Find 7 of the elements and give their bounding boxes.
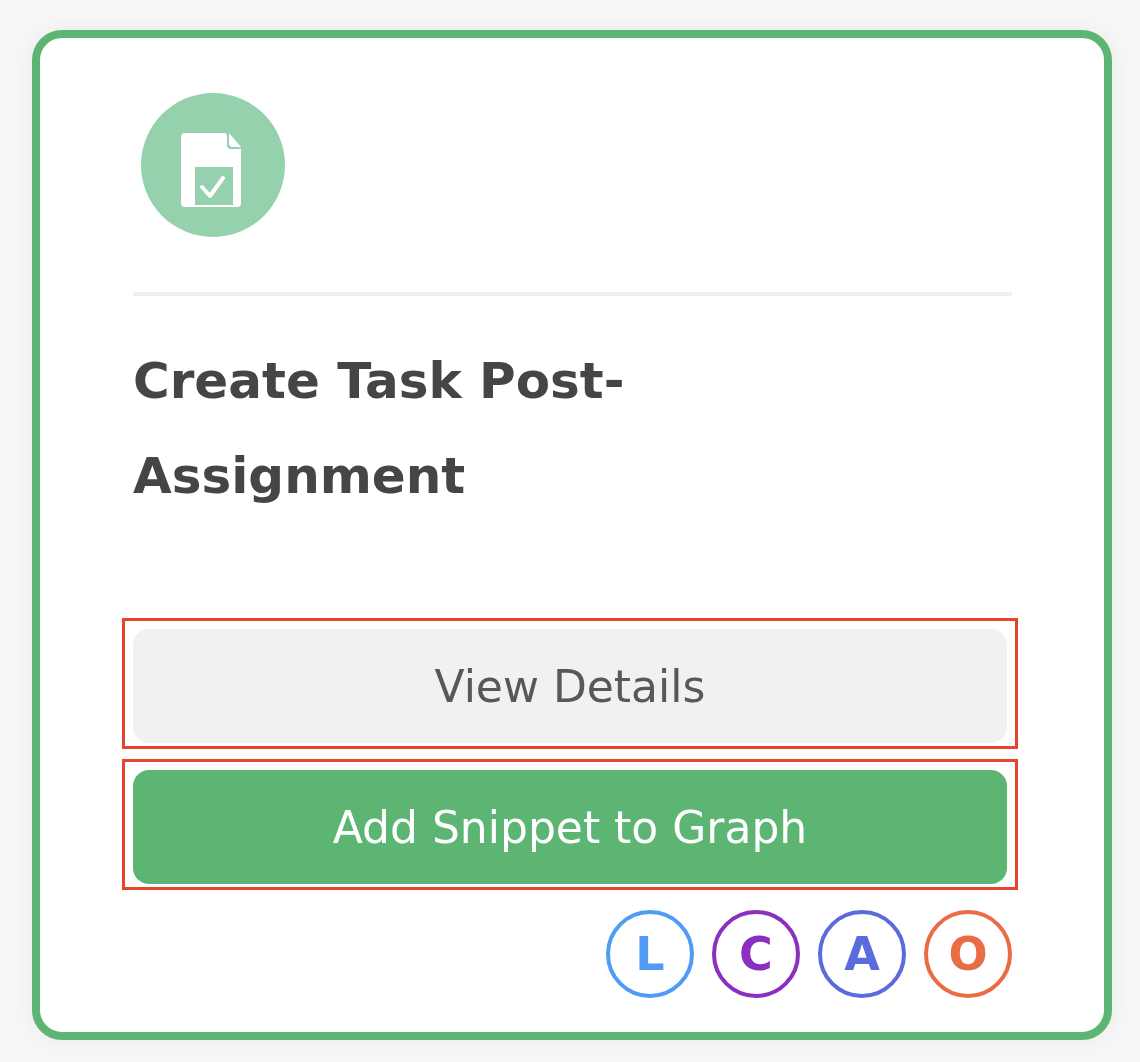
letter-badge: L xyxy=(606,910,694,998)
letter-badge: A xyxy=(818,910,906,998)
card-title: Create Task Post-Assignment xyxy=(133,351,626,507)
letter-badge: C xyxy=(712,910,800,998)
view-details-button[interactable]: View Details xyxy=(133,629,1007,743)
letter-badge: O xyxy=(924,910,1012,998)
document-check-icon xyxy=(141,93,285,237)
